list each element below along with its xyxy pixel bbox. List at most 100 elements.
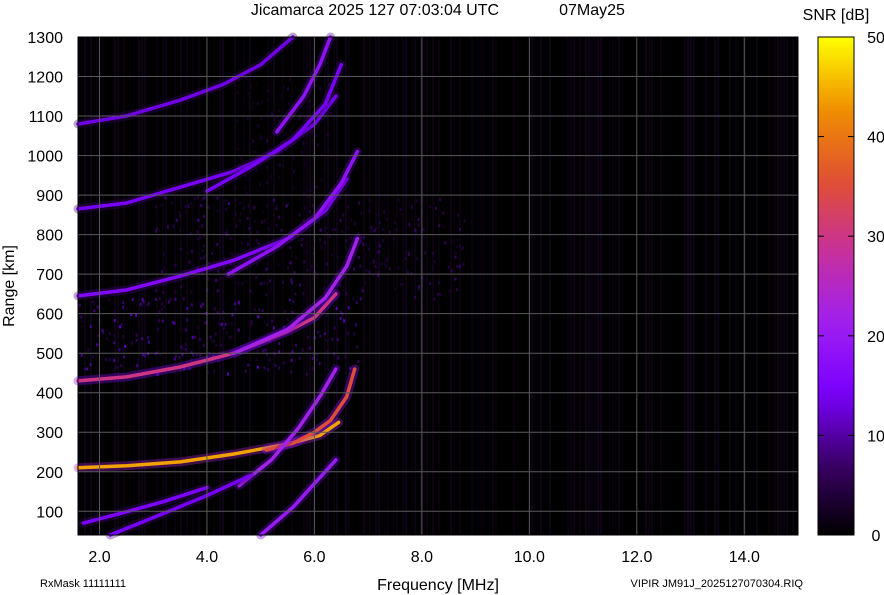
diffuse-echo bbox=[179, 214, 181, 218]
diffuse-echo bbox=[271, 112, 274, 116]
diffuse-echo bbox=[263, 280, 266, 284]
diffuse-echo bbox=[254, 150, 257, 154]
diffuse-echo bbox=[250, 85, 253, 89]
diffuse-echo bbox=[258, 307, 261, 311]
diffuse-echo bbox=[457, 213, 460, 217]
diffuse-echo bbox=[252, 139, 255, 143]
noise-column bbox=[774, 37, 776, 535]
noise-column bbox=[117, 37, 119, 535]
noise-column bbox=[222, 37, 224, 535]
noise-column bbox=[573, 37, 575, 535]
diffuse-echo bbox=[303, 161, 306, 165]
diffuse-echo bbox=[255, 239, 258, 243]
diffuse-echo bbox=[355, 323, 358, 327]
diffuse-echo bbox=[211, 339, 214, 343]
diffuse-echo bbox=[408, 224, 411, 228]
diffuse-echo bbox=[270, 286, 273, 290]
diffuse-echo bbox=[248, 226, 251, 230]
diffuse-echo bbox=[255, 189, 257, 193]
diffuse-echo bbox=[385, 217, 388, 221]
diffuse-echo bbox=[302, 292, 305, 296]
noise-column bbox=[714, 37, 716, 535]
diffuse-echo bbox=[246, 217, 249, 220]
diffuse-echo bbox=[331, 228, 334, 232]
diffuse-echo bbox=[106, 337, 109, 340]
diffuse-echo bbox=[323, 241, 326, 245]
y-tick-label: 900 bbox=[36, 188, 63, 205]
diffuse-echo bbox=[374, 265, 377, 268]
diffuse-echo bbox=[96, 343, 99, 347]
diffuse-echo bbox=[119, 325, 122, 329]
colorbar-tick-label: 40 bbox=[867, 130, 884, 147]
diffuse-echo bbox=[379, 244, 382, 248]
diffuse-echo bbox=[248, 337, 251, 341]
diffuse-echo bbox=[135, 313, 138, 317]
diffuse-echo bbox=[319, 238, 321, 242]
diffuse-echo bbox=[343, 319, 346, 323]
diffuse-echo bbox=[186, 318, 189, 322]
diffuse-echo bbox=[187, 205, 190, 209]
diffuse-echo bbox=[377, 270, 380, 274]
diffuse-echo bbox=[320, 246, 323, 249]
noise-column bbox=[384, 37, 386, 535]
diffuse-echo bbox=[410, 205, 413, 209]
diffuse-echo bbox=[289, 298, 291, 302]
noise-column bbox=[690, 37, 692, 535]
y-tick-label: 1100 bbox=[29, 109, 64, 126]
diffuse-echo bbox=[362, 243, 364, 247]
diffuse-echo bbox=[281, 280, 284, 284]
diffuse-echo bbox=[174, 263, 177, 267]
chart-date: 07May25 bbox=[559, 2, 625, 19]
diffuse-echo bbox=[416, 257, 419, 260]
noise-column bbox=[615, 37, 617, 535]
diffuse-echo bbox=[198, 337, 201, 341]
diffuse-echo bbox=[167, 227, 170, 231]
y-tick-label: 1300 bbox=[27, 30, 63, 47]
diffuse-echo bbox=[154, 205, 157, 209]
noise-column bbox=[450, 37, 452, 535]
diffuse-echo bbox=[194, 335, 196, 339]
diffuse-echo bbox=[246, 117, 249, 121]
diffuse-echo bbox=[291, 281, 294, 285]
diffuse-echo bbox=[326, 133, 329, 136]
diffuse-echo bbox=[190, 303, 193, 307]
diffuse-echo bbox=[323, 332, 326, 336]
diffuse-echo bbox=[439, 198, 441, 201]
diffuse-echo bbox=[284, 310, 287, 313]
diffuse-echo bbox=[394, 287, 397, 291]
diffuse-echo bbox=[310, 264, 313, 268]
noise-column bbox=[480, 37, 482, 535]
diffuse-echo bbox=[256, 124, 259, 128]
diffuse-echo bbox=[184, 328, 187, 332]
diffuse-echo bbox=[120, 364, 123, 367]
noise-column bbox=[387, 37, 389, 535]
diffuse-echo bbox=[271, 319, 273, 323]
noise-column bbox=[729, 37, 731, 535]
diffuse-echo bbox=[105, 357, 107, 361]
diffuse-echo bbox=[179, 247, 182, 251]
diffuse-echo bbox=[158, 319, 161, 323]
noise-column bbox=[378, 37, 380, 535]
diffuse-echo bbox=[364, 281, 367, 285]
diffuse-echo bbox=[342, 289, 345, 293]
diffuse-echo bbox=[201, 224, 204, 228]
diffuse-echo bbox=[93, 302, 96, 306]
diffuse-echo bbox=[437, 292, 440, 296]
diffuse-echo bbox=[158, 297, 161, 301]
diffuse-echo bbox=[89, 324, 92, 328]
y-tick-labels: 100 200 300 400 500 600 700 800 900 1000 1100 1200 1… bbox=[27, 30, 63, 521]
noise-column bbox=[660, 37, 662, 535]
noise-column bbox=[651, 37, 653, 535]
diffuse-echo bbox=[260, 136, 263, 140]
diffuse-echo bbox=[428, 205, 431, 209]
noise-column bbox=[756, 37, 758, 535]
diffuse-echo bbox=[220, 343, 223, 347]
diffuse-echo bbox=[331, 253, 334, 257]
diffuse-echo bbox=[209, 335, 212, 339]
diffuse-echo bbox=[156, 227, 159, 231]
noise-column bbox=[483, 37, 485, 535]
diffuse-echo bbox=[256, 349, 259, 353]
diffuse-echo bbox=[438, 224, 440, 228]
diffuse-echo bbox=[172, 224, 175, 228]
diffuse-echo bbox=[249, 231, 252, 235]
